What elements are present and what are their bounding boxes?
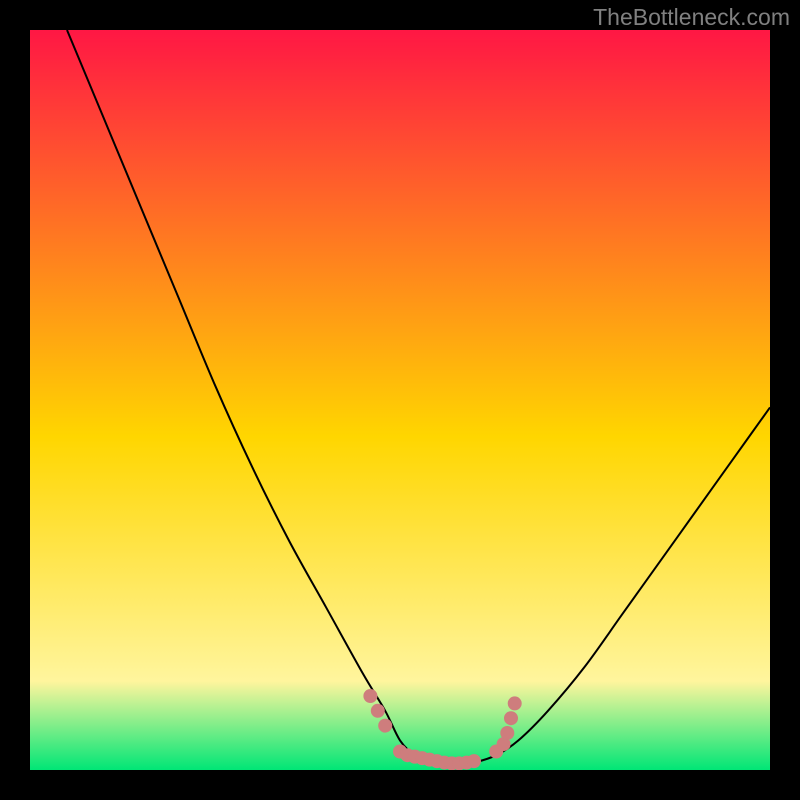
chart-frame: TheBottleneck.com: [0, 0, 800, 800]
watermark-label: TheBottleneck.com: [593, 4, 790, 31]
curve-marker: [500, 726, 514, 740]
plot-area: [30, 30, 770, 770]
curve-marker: [371, 704, 385, 718]
curve-marker: [378, 719, 392, 733]
gradient-background: [30, 30, 770, 770]
curve-marker: [508, 696, 522, 710]
curve-marker: [467, 754, 481, 768]
curve-marker: [504, 711, 518, 725]
chart-svg: [30, 30, 770, 770]
curve-marker: [363, 689, 377, 703]
